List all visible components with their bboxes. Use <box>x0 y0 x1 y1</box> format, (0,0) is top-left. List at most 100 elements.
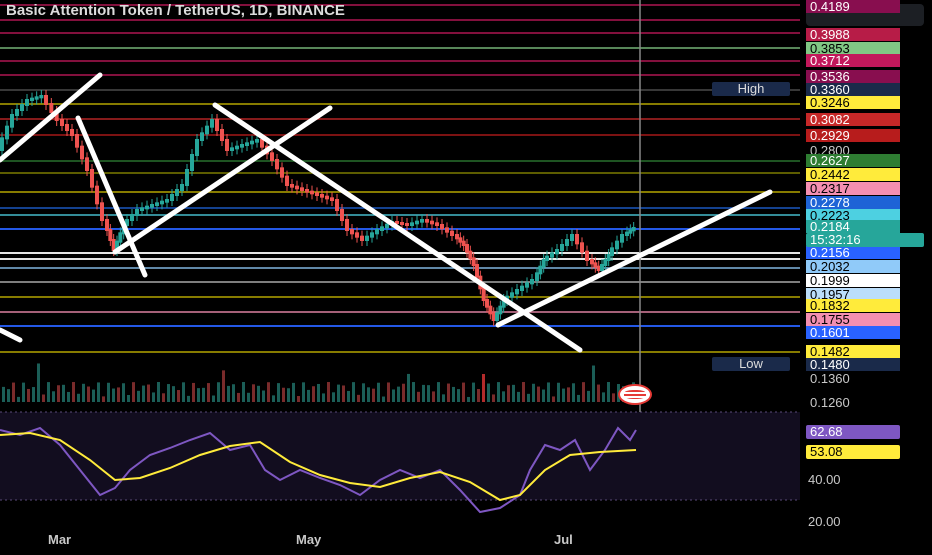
candle <box>44 95 48 105</box>
volume-bar <box>382 396 385 402</box>
volume-bar <box>447 383 450 402</box>
volume-bar <box>387 382 390 402</box>
volume-bar <box>397 386 400 402</box>
candle <box>205 125 209 135</box>
candle <box>20 104 24 111</box>
volume-bar <box>102 396 105 402</box>
candle <box>90 169 94 188</box>
candle <box>30 97 34 101</box>
volume-bar <box>482 374 485 402</box>
volume-bar <box>242 382 245 402</box>
time-axis-mar: Mar <box>48 532 72 547</box>
chart-canvas[interactable] <box>0 0 932 550</box>
volume-bar <box>582 382 585 402</box>
volume-bar <box>107 382 110 402</box>
volume-bar <box>237 392 240 402</box>
volume-bar <box>32 387 35 402</box>
volume-bar <box>157 382 160 402</box>
volume-bar <box>517 391 520 402</box>
volume-bar <box>117 387 120 402</box>
candle <box>225 139 229 151</box>
candle <box>280 167 284 178</box>
volume-bar <box>22 382 25 402</box>
candle <box>295 185 299 190</box>
volume-bar <box>277 383 280 402</box>
price-tag: 0.2032 <box>806 260 900 273</box>
candle <box>510 292 514 298</box>
candle <box>10 114 14 128</box>
candle <box>340 209 344 221</box>
candle <box>15 109 19 116</box>
time-axis-may: May <box>296 532 322 547</box>
candle <box>275 159 279 170</box>
candle <box>545 255 549 261</box>
candle <box>240 144 244 148</box>
candle <box>585 250 589 261</box>
candle <box>155 202 159 206</box>
price-tag: 0.3988 <box>806 28 900 41</box>
volume-bar <box>37 363 40 402</box>
candle <box>0 137 4 151</box>
rsi-axis-40: 40.00 <box>808 472 841 487</box>
volume-bar <box>512 384 515 402</box>
volume-bar <box>307 389 310 402</box>
volume-bar <box>122 383 125 402</box>
volume-bar <box>462 382 465 402</box>
volume-bar <box>392 389 395 402</box>
price-tag: 0.2627 <box>806 154 900 167</box>
volume-bar <box>522 382 525 402</box>
price-tag: 0.2317 <box>806 182 900 195</box>
candle <box>135 209 139 216</box>
candle <box>435 222 439 226</box>
candle <box>220 129 224 141</box>
volume-bar <box>87 386 90 402</box>
volume-bar <box>597 384 600 402</box>
candle <box>210 119 214 128</box>
candle <box>39 95 44 99</box>
volume-bar <box>47 382 50 402</box>
volume-bar <box>492 394 495 402</box>
volume-bar <box>147 384 150 402</box>
volume-bar <box>72 382 75 402</box>
candle <box>34 96 39 100</box>
candle <box>200 132 204 141</box>
volume-bar <box>217 382 220 402</box>
candle <box>560 244 564 251</box>
volume-bar <box>532 383 535 402</box>
volume-bar <box>292 382 295 402</box>
volume-bar <box>347 390 350 402</box>
candle <box>140 207 144 211</box>
volume-bar <box>527 393 530 402</box>
chart-stage[interactable] <box>0 0 932 550</box>
volume-bar <box>207 383 210 402</box>
volume-bar <box>282 387 285 402</box>
price-tag: 0.3246 <box>806 96 900 109</box>
volume-bar <box>427 385 430 402</box>
price-tag: 0.1360 <box>810 371 850 386</box>
volume-bar <box>202 387 205 402</box>
candle <box>580 242 584 253</box>
price-tag: 0.1999 <box>806 274 900 287</box>
candle <box>145 205 149 210</box>
volume-bar <box>557 382 560 402</box>
volume-bar <box>262 390 265 402</box>
volume-bar <box>142 385 145 402</box>
volume-bar <box>222 370 225 402</box>
volume-bar <box>377 382 380 402</box>
trendline <box>0 72 103 163</box>
volume-bar <box>502 391 505 402</box>
candle <box>245 142 249 146</box>
volume-bar <box>232 384 235 402</box>
candle <box>410 222 414 226</box>
volume-bar <box>227 385 230 402</box>
candle <box>185 169 189 186</box>
volume-bar <box>2 386 5 402</box>
volume-bar <box>402 383 405 402</box>
candle <box>230 147 234 151</box>
volume-bar <box>62 384 65 402</box>
volume-bar <box>137 390 140 402</box>
us-flag-event-icon[interactable] <box>618 384 652 405</box>
candle <box>530 279 534 285</box>
candle <box>195 139 199 156</box>
volume-bar <box>42 394 45 402</box>
